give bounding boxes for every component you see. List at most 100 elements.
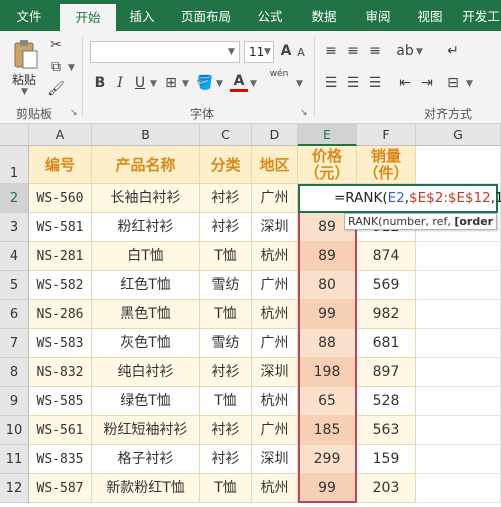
row-header-4[interactable]: 4 [0,242,29,271]
cell-id[interactable]: WS-835 [29,445,92,474]
cell-product-name[interactable]: 格子衬衫 [92,445,200,474]
cell-category[interactable]: 雪纺 [200,271,252,300]
cell-sales[interactable]: 159 [357,445,416,474]
tooltip-function-name[interactable]: RANK( [348,215,382,228]
cell-sales[interactable]: 681 [357,329,416,358]
phonetic-dropdown-icon[interactable]: ▼ [296,79,303,89]
cell-category[interactable]: T恤 [200,242,252,271]
cell-region[interactable]: 杭州 [252,242,298,271]
row-header-5[interactable]: 5 [0,271,29,300]
column-header-f[interactable]: F [357,124,416,146]
border-dropdown-icon[interactable]: ▼ [182,79,189,89]
align-middle-icon[interactable]: ≡ [344,41,362,61]
tab-data[interactable]: 数据 [300,0,348,31]
row-header-12[interactable]: 12 [0,474,29,503]
cell-id[interactable]: WS-561 [29,416,92,445]
cell-g[interactable] [416,445,501,474]
align-center-icon[interactable]: ☰ [344,73,362,93]
cell-region[interactable]: 广州 [252,329,298,358]
cell-product-name[interactable]: 红色T恤 [92,271,200,300]
tab-file[interactable]: 文件 [0,0,58,31]
tab-home[interactable]: 开始 [60,4,116,31]
cell-id[interactable]: WS-585 [29,387,92,416]
cell-sales[interactable]: 563 [357,416,416,445]
row-header-2[interactable]: 2 [0,184,29,213]
cell-price[interactable]: 99 [298,474,357,503]
cell-category[interactable]: 衬衫 [200,213,252,242]
cell-sales[interactable]: 982 [357,300,416,329]
cut-icon[interactable]: ✂ [46,35,66,55]
cell-region[interactable]: 深圳 [252,358,298,387]
cell-sales[interactable]: 569 [357,271,416,300]
column-header-a[interactable]: A [29,124,92,146]
cell-price[interactable]: 80 [298,271,357,300]
cell-sales[interactable]: 874 [357,242,416,271]
cell-price[interactable]: 299 [298,445,357,474]
cell-category[interactable]: 衬衫 [200,445,252,474]
column-header-e[interactable]: E [298,124,357,146]
cell-id[interactable]: NS-286 [29,300,92,329]
cell-product-name[interactable]: 新款粉红T恤 [92,474,200,503]
cell-g[interactable] [416,329,501,358]
header-cell-region[interactable]: 地区 [252,146,298,184]
merge-dropdown-icon[interactable]: ▼ [466,79,473,89]
grow-font-icon[interactable]: A [278,41,294,61]
font-name-input[interactable] [90,41,240,63]
active-cell-formula-editor[interactable]: =RANK(E2,$E$2:$E$12,1) [298,184,501,213]
row-header-9[interactable]: 9 [0,387,29,416]
bold-icon[interactable]: B [92,73,108,93]
font-color-icon[interactable]: A [230,73,248,92]
cell-id[interactable]: WS-587 [29,474,92,503]
cell-id[interactable]: NS-281 [29,242,92,271]
fill-color-dropdown-icon[interactable]: ▼ [216,79,223,89]
cell-g[interactable] [416,474,501,503]
cell-region[interactable]: 杭州 [252,474,298,503]
align-right-icon[interactable]: ☰ [366,73,384,93]
font-size-dropdown-icon[interactable]: ▼ [264,47,271,57]
tab-review[interactable]: 审阅 [354,0,402,31]
cell-g[interactable] [416,271,501,300]
cell-category[interactable]: 衬衫 [200,416,252,445]
cell-category[interactable]: 雪纺 [200,329,252,358]
align-bottom-icon[interactable]: ≡ [366,41,384,61]
cell-region[interactable]: 深圳 [252,213,298,242]
cell-g[interactable] [416,358,501,387]
cell-category[interactable]: T恤 [200,474,252,503]
cell-product-name[interactable]: 白T恤 [92,242,200,271]
cell-id[interactable]: WS-581 [29,213,92,242]
column-header-c[interactable]: C [200,124,252,146]
align-left-icon[interactable]: ☰ [322,73,340,93]
cell-sales[interactable]: 203 [357,474,416,503]
select-all-corner[interactable] [0,124,29,146]
cell-price[interactable]: 88 [298,329,357,358]
merge-center-icon[interactable]: ⊟ [444,73,462,93]
cell-price[interactable]: 198 [298,358,357,387]
phonetic-icon[interactable]: wén [264,69,294,79]
row-header-7[interactable]: 7 [0,329,29,358]
decrease-indent-icon[interactable]: ⇤ [396,73,414,93]
cell-category[interactable]: T恤 [200,387,252,416]
cell-price[interactable]: 89 [298,242,357,271]
cell-g[interactable] [416,416,501,445]
header-cell-price[interactable]: 价格 （元） [298,146,357,184]
fill-color-icon[interactable]: 🪣 [196,73,214,93]
cell-price[interactable]: 185 [298,416,357,445]
underline-dropdown-icon[interactable]: ▼ [150,79,157,89]
cell-id[interactable]: NS-832 [29,358,92,387]
cell-g[interactable] [416,300,501,329]
orientation-dropdown-icon[interactable]: ▼ [416,47,423,57]
increase-indent-icon[interactable]: ⇥ [418,73,436,93]
cell-g[interactable] [416,387,501,416]
cell-g[interactable] [416,242,501,271]
tab-formulas[interactable]: 公式 [246,0,294,31]
header-cell-category[interactable]: 分类 [200,146,252,184]
orientation-icon[interactable]: ab [396,41,414,61]
cell-sales[interactable]: 528 [357,387,416,416]
wrap-text-icon[interactable]: ↵ [444,41,462,61]
header-cell-product-name[interactable]: 产品名称 [92,146,200,184]
paste-button-label[interactable]: 粘贴 [12,71,36,88]
cell-category[interactable]: 衬衫 [200,358,252,387]
cell-product-name[interactable]: 粉红短袖衬衫 [92,416,200,445]
paste-icon[interactable] [10,37,40,71]
cell-region[interactable]: 深圳 [252,445,298,474]
